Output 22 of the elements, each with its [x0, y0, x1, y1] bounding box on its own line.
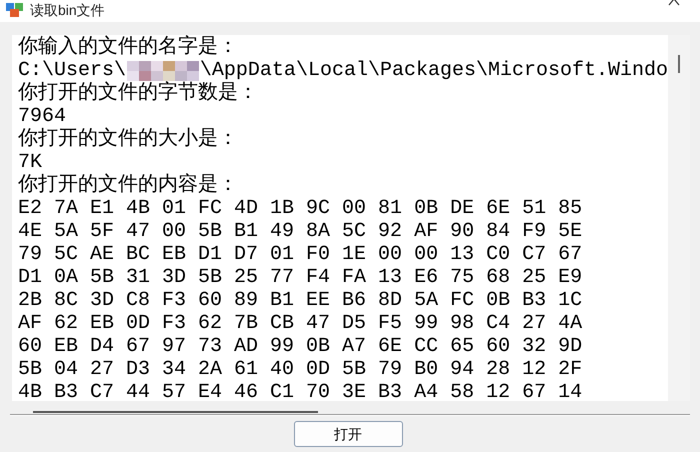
output-line: 7964 [18, 105, 66, 128]
output-line: D1 0A 5B 31 3D 5B 25 77 F4 FA 13 E6 75 68 25 E9 [18, 266, 582, 289]
output-line: 2B 8C 3D C8 F3 60 89 B1 EE B6 8D 5A FC 0B B3 1C [18, 289, 582, 312]
app-icon [6, 3, 24, 17]
output-line: 60 EB D4 67 97 73 AD 99 0B A7 6E CC 65 60 32 9D [18, 335, 582, 358]
path-text: \AppData\Local\Packages\Microsoft.Windo [200, 59, 668, 82]
output-line: 4E 5A 5F 47 00 5B B1 49 8A 5C 92 AF 90 84 F9 5E [18, 220, 582, 243]
path-text: C:\Users\ [18, 59, 126, 82]
output-line: 你打开的文件的内容是： [18, 174, 238, 197]
output-line: 4B B3 C7 44 57 E4 46 C1 70 3E B3 A4 58 12 67 14 [18, 381, 582, 401]
output-line: 你打开的文件的大小是： [18, 128, 238, 151]
output-line: 7K [18, 151, 42, 174]
open-button[interactable]: 打开 [294, 421, 402, 447]
output-line: 5B 04 27 D3 34 2A 61 40 0D 5B 79 B0 94 28 12 2F [18, 358, 582, 381]
output-line: AF 62 EB 0D F3 62 7B CB 47 D5 F5 99 98 C4 27 4A [18, 312, 582, 335]
output-line: 79 5C AE BC EB D1 D7 01 F0 1E 00 00 13 C0 C7 67 [18, 243, 582, 266]
output-line: E2 7A E1 4B 01 FC 4D 1B 9C 00 81 0B DE 6E 51 85 [18, 197, 582, 220]
window-title: 读取bin文件 [30, 1, 105, 19]
output-line: 你输入的文件的名字是： [18, 36, 238, 59]
horizontal-scrollbar-thumb[interactable] [33, 411, 318, 413]
output-line: 你打开的文件的字节数是： [18, 82, 258, 105]
blurred-mosaic-icon [126, 60, 200, 81]
